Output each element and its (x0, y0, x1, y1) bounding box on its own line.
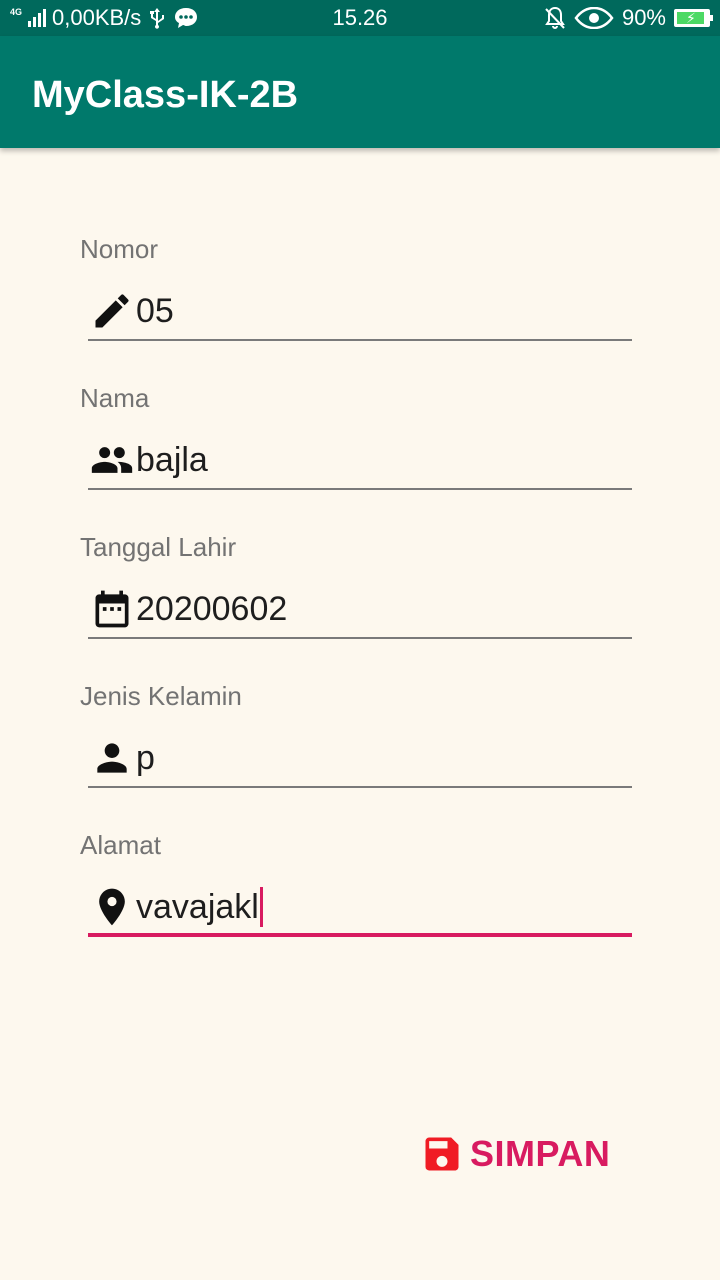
battery-icon: ⚡ (674, 9, 713, 27)
people-icon (91, 447, 133, 473)
calendar-icon (95, 590, 129, 628)
alamat-field[interactable]: vavajakl (88, 885, 632, 937)
pencil-icon (95, 294, 129, 328)
simpan-button[interactable]: SIMPAN (420, 1126, 610, 1182)
nama-label: Nama (80, 383, 150, 413)
simpan-label: SIMPAN (470, 1133, 611, 1174)
text-cursor (259, 887, 263, 927)
jenis-kelamin-value: p (136, 739, 155, 777)
nomor-label: Nomor (80, 234, 159, 264)
status-bar: 4G 0,00KB/s 15.26 90% ⚡ (0, 0, 720, 36)
jenis-kelamin-field[interactable]: p (88, 736, 632, 788)
nama-field[interactable]: bajla (88, 438, 632, 490)
bell-off-icon (545, 6, 565, 29)
tanggal-lahir-field[interactable]: 20200602 (88, 587, 632, 639)
alamat-value: vavajakl (136, 887, 263, 927)
floppy-disk-icon (425, 1137, 459, 1171)
person-icon (97, 743, 127, 773)
battery-percent: 90% (621, 5, 666, 30)
app-title: MyClass-IK-2B (32, 74, 299, 116)
nama-value: bajla (136, 441, 208, 479)
alamat-label: Alamat (80, 830, 161, 860)
app-bar: MyClass-IK-2B (0, 36, 720, 148)
jenis-kelamin-label: Jenis Kelamin (80, 681, 242, 711)
tanggal-lahir-label: Tanggal Lahir (80, 532, 237, 562)
eye-icon (574, 7, 614, 29)
alamat-text: vavajakl (136, 888, 259, 926)
nomor-value: 05 (136, 292, 174, 330)
nomor-field[interactable]: 05 (88, 289, 632, 341)
location-pin-icon (99, 888, 125, 926)
tanggal-lahir-value: 20200602 (136, 590, 288, 628)
